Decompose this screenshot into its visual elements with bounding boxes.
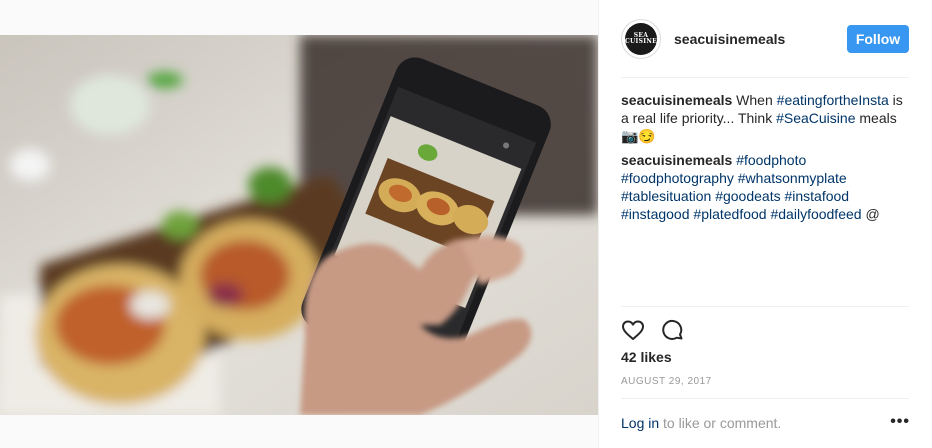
hashtag-link[interactable]: #SeaCuisine: [776, 110, 855, 126]
caption-comment: seacuisinemeals #foodphoto #foodphotogra…: [621, 151, 909, 223]
avatar[interactable]: SEA CUISINE: [621, 19, 661, 59]
hashtag-link[interactable]: #platedfood: [693, 206, 766, 222]
follow-button[interactable]: Follow: [847, 25, 909, 53]
avatar-logo: SEA CUISINE: [625, 23, 657, 55]
login-prompt-text: to like or comment.: [659, 415, 782, 431]
hashtag-link[interactable]: #dailyfoodfeed: [770, 206, 861, 222]
caption-primary: seacuisinemeals When #eatingfortheInsta …: [621, 91, 909, 145]
post-date: AUGUST 29, 2017: [621, 376, 712, 387]
username[interactable]: seacuisinemeals: [674, 31, 785, 47]
hashtag-link[interactable]: #eatingfortheInsta: [777, 92, 889, 108]
caption-text: When: [732, 92, 777, 108]
more-options-icon[interactable]: •••: [890, 413, 910, 431]
hashtag-link[interactable]: #goodeats: [715, 188, 780, 204]
post-photo[interactable]: [0, 35, 598, 415]
hashtag-link[interactable]: #instafood: [784, 188, 849, 204]
caption-username[interactable]: seacuisinemeals: [621, 92, 732, 108]
photo-illustration: [0, 35, 598, 415]
heart-outline-icon[interactable]: [621, 318, 645, 347]
avatar-logo-text-2: CUISINE: [624, 38, 658, 45]
footer-divider: [621, 398, 909, 399]
login-link[interactable]: Log in: [621, 415, 659, 431]
hashtag-link[interactable]: #instagood: [621, 206, 690, 222]
login-prompt: Log in to like or comment.: [621, 415, 781, 431]
photo-area: [0, 0, 598, 448]
post-side-panel: SEA CUISINE seacuisinemeals Follow seacu…: [598, 0, 932, 448]
action-bar: [621, 318, 685, 347]
caption-text: @: [865, 206, 880, 222]
hashtag-link[interactable]: #tablesituation: [621, 188, 711, 204]
hashtag-link[interactable]: #foodphotography: [621, 170, 734, 186]
comment-username[interactable]: seacuisinemeals: [621, 152, 732, 168]
header-divider: [621, 77, 909, 78]
post-header: SEA CUISINE seacuisinemeals Follow: [621, 16, 909, 62]
comment-bubble-icon[interactable]: [661, 318, 685, 347]
hashtag-link[interactable]: #whatsonmyplate: [738, 170, 847, 186]
hashtag-link[interactable]: #foodphoto: [736, 152, 806, 168]
actions-divider: [621, 306, 909, 307]
likes-count[interactable]: 42 likes: [621, 349, 672, 365]
